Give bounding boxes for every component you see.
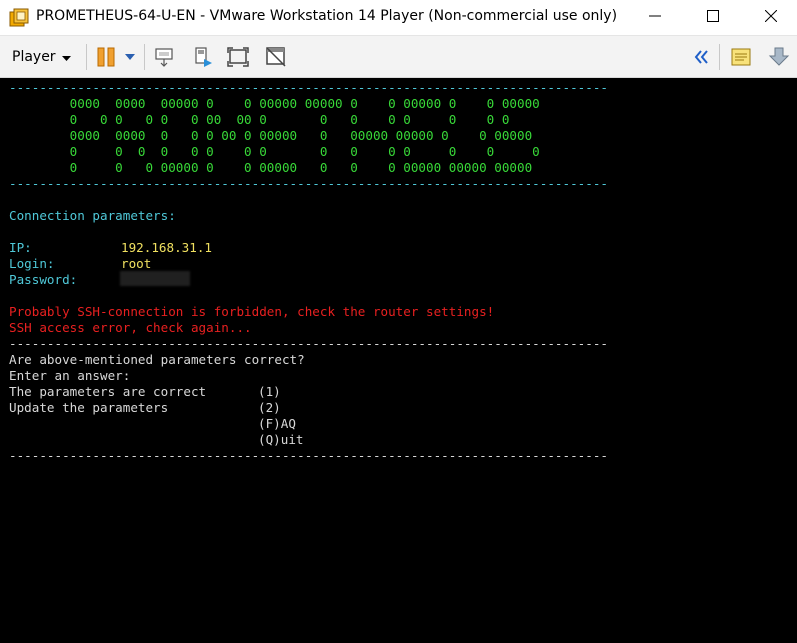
player-menu-label: Player	[12, 49, 56, 65]
close-button[interactable]	[748, 0, 794, 34]
error-ssh-forbidden: Probably SSH-connection is forbidden, ch…	[9, 304, 495, 319]
title-bar: PROMETHEUS-64-U-EN - VMware Workstation …	[0, 0, 797, 36]
chevron-down-icon	[125, 54, 135, 60]
option-label: The parameters are correct	[9, 384, 207, 399]
double-chevron-left-icon	[694, 50, 708, 64]
banner-line: 0000 0000 0 0 0 00 0 00000 0 00000 00000…	[9, 128, 533, 143]
error-ssh-access: SSH access error, check again...	[9, 320, 252, 335]
separator-line: ----------------------------------------…	[9, 448, 608, 463]
option-key: (1)	[258, 384, 281, 399]
minimize-button[interactable]	[632, 0, 678, 34]
pause-button[interactable]	[94, 44, 120, 70]
prompt-text: Enter an answer:	[9, 368, 131, 383]
send-ctrl-alt-del-button[interactable]	[152, 44, 178, 70]
minimize-icon	[649, 15, 661, 17]
player-menu-button[interactable]: Player	[6, 44, 77, 70]
send-keys-icon	[155, 48, 173, 67]
window-title: PROMETHEUS-64-U-EN - VMware Workstation …	[36, 8, 618, 24]
pause-dropdown-button[interactable]	[122, 44, 138, 70]
login-label: Login:	[9, 256, 55, 271]
fullscreen-button[interactable]	[225, 44, 251, 70]
toolbar: Player	[0, 36, 797, 78]
ip-value: 192.168.31.1	[121, 240, 212, 255]
password-label: Password:	[9, 272, 78, 287]
option-key: (2)	[258, 400, 281, 415]
fullscreen-icon	[227, 47, 249, 67]
banner-line: 0 0 0 0 0 0 0 0 0 0 0 0 0 0 0	[9, 144, 540, 159]
option-key: (Q)uit	[258, 432, 304, 447]
password-value-redacted	[120, 271, 190, 286]
toolbar-separator	[719, 44, 720, 70]
collapse-toolbar-button[interactable]	[688, 44, 714, 70]
chevron-down-icon	[61, 44, 71, 70]
message-log-button[interactable]	[728, 44, 754, 70]
removable-device-icon	[195, 47, 212, 67]
toolbar-separator	[86, 44, 87, 70]
message-log-icon	[731, 48, 751, 66]
ip-label: IP:	[9, 240, 32, 255]
banner-line: 0000 0000 00000 0 0 00000 00000 0 0 0000…	[9, 96, 540, 111]
connection-params-heading: Connection parameters:	[9, 208, 176, 223]
vm-console-screen[interactable]: ----------------------------------------…	[0, 78, 797, 643]
unity-button[interactable]	[263, 44, 289, 70]
banner-line: 0 0 0 0 0 0 00 00 0 0 0 0 0 0 0 0	[9, 112, 510, 127]
login-value: root	[121, 256, 152, 271]
unity-icon	[266, 47, 286, 67]
download-button[interactable]	[766, 44, 792, 70]
question-text: Are above-mentioned parameters correct?	[9, 352, 305, 367]
separator-line: ----------------------------------------…	[9, 80, 608, 95]
option-label: Update the parameters	[9, 400, 169, 415]
close-icon	[765, 10, 777, 22]
maximize-button[interactable]	[690, 0, 736, 34]
pause-icon	[97, 47, 115, 67]
option-key: (F)AQ	[258, 416, 296, 431]
removable-devices-button[interactable]	[190, 44, 216, 70]
toolbar-separator	[144, 44, 145, 70]
maximize-icon	[707, 10, 719, 22]
banner-line: 0 0 0 00000 0 0 00000 0 0 0 00000 00000 …	[9, 160, 533, 175]
separator-line: ----------------------------------------…	[9, 336, 608, 351]
vmware-app-icon	[8, 7, 30, 29]
separator-line: ----------------------------------------…	[9, 176, 608, 191]
arrow-down-icon	[768, 47, 790, 66]
